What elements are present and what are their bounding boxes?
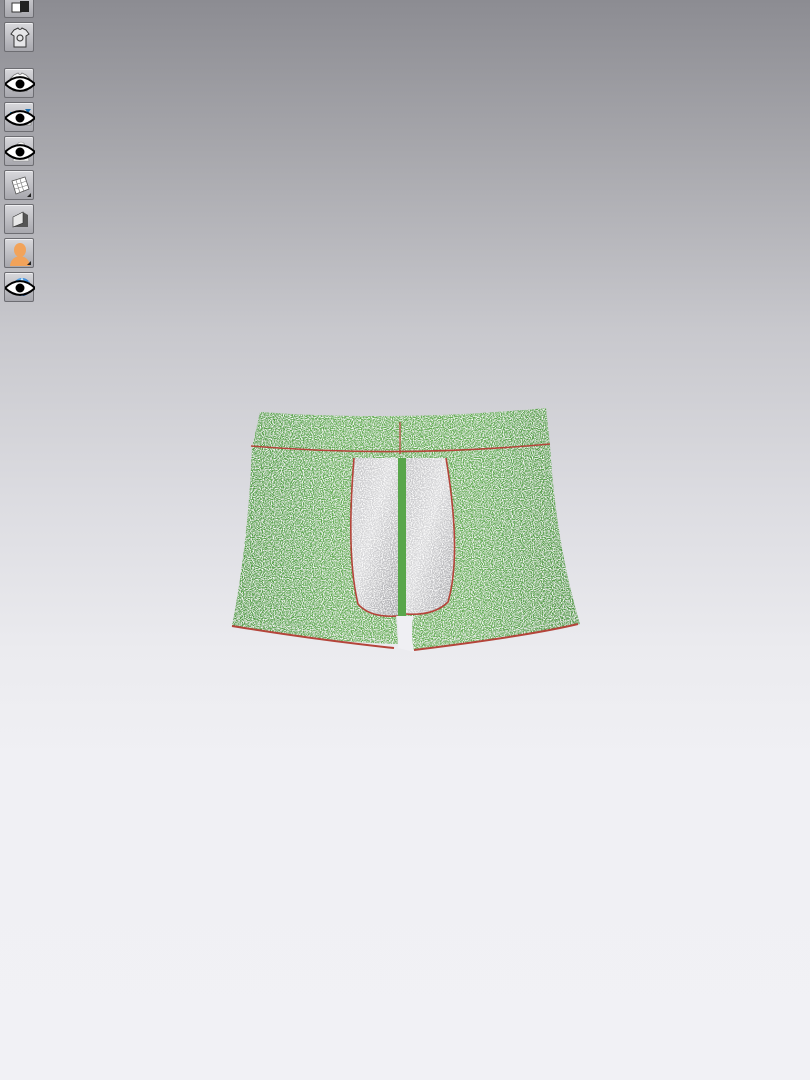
show-garment-button[interactable] (4, 68, 35, 98)
trunks-garment[interactable] (228, 404, 582, 660)
visibility-eye-icon (5, 144, 35, 160)
display-mode-button[interactable] (4, 0, 34, 18)
visibility-eye-icon (5, 110, 35, 126)
crotch-gap (396, 616, 414, 652)
pouch-center-strip (398, 458, 406, 616)
texture-grid-button[interactable] (4, 170, 34, 200)
show-avatar-button[interactable] (4, 136, 35, 166)
submenu-arrow-icon (27, 261, 31, 265)
visibility-eye-icon (5, 280, 35, 296)
display-mode-icon (11, 1, 29, 13)
garment-settings-button[interactable] (4, 22, 34, 52)
garment-settings-icon (10, 27, 30, 48)
visibility-eye-icon (5, 76, 35, 92)
shaded-surface-button[interactable] (4, 204, 34, 234)
pouch-left-panel (350, 458, 398, 617)
shaded-surface-icon (12, 211, 28, 228)
3d-viewport[interactable] (0, 0, 810, 1080)
show-avatar-tools-button[interactable] (4, 102, 35, 132)
submenu-arrow-icon (27, 193, 31, 197)
environment-globe-button[interactable] (4, 272, 35, 302)
avatar-skin-button[interactable] (4, 238, 34, 268)
pouch-right-panel (406, 458, 455, 615)
